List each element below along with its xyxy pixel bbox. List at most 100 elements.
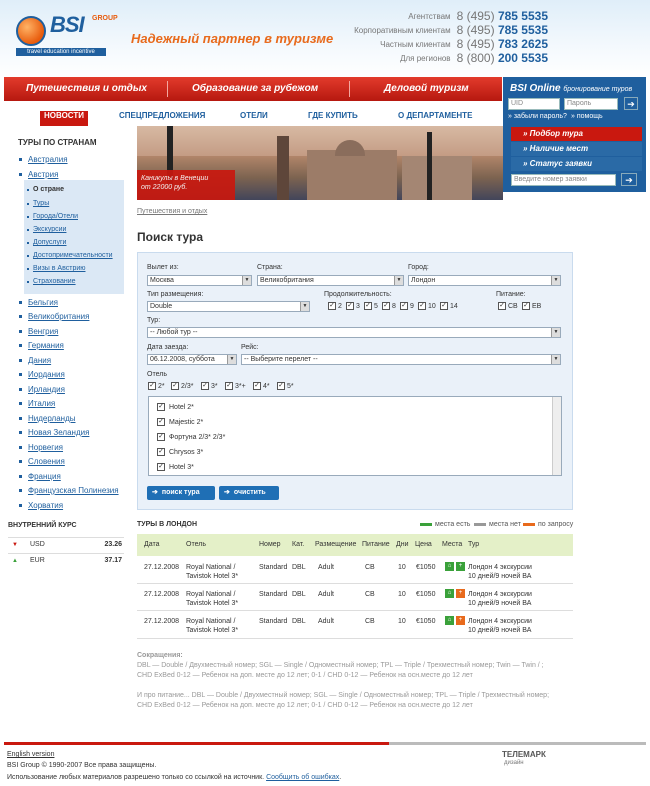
lamp-post-shape bbox=[427, 132, 432, 200]
country-link[interactable]: Норвегия bbox=[18, 443, 63, 452]
meal-checkbox[interactable]: ✓ bbox=[522, 302, 530, 310]
date-label: Дата заезда: bbox=[147, 344, 189, 351]
submenu-item[interactable]: Страхование bbox=[27, 278, 76, 285]
city-select[interactable]: Лондон ▼ bbox=[408, 275, 561, 286]
seats-available-icon[interactable]: + bbox=[456, 562, 465, 571]
hotel-checkbox[interactable]: ✓ bbox=[157, 403, 165, 411]
forgot-password-link[interactable]: » забыли пароль? bbox=[508, 113, 567, 120]
seats-available-icon[interactable]: ⌂ bbox=[445, 589, 454, 598]
nav-education[interactable]: Образование за рубежом bbox=[192, 83, 318, 94]
clear-button[interactable]: ➔ очистить bbox=[219, 486, 279, 500]
subnav-about[interactable]: О ДЕПАРТАМЕНТЕ bbox=[398, 111, 472, 120]
country-link[interactable]: Италия bbox=[18, 399, 55, 408]
room-type-select[interactable]: Double ▼ bbox=[147, 301, 310, 312]
submenu-item[interactable]: Допуслуги bbox=[26, 239, 66, 246]
hotel-list[interactable]: ✓ Hotel 2* ✓ Majestic 2* ✓ Фортуна 2/3* 2/3… bbox=[148, 396, 562, 476]
tour-link[interactable]: Лондон 4 экскурсии bbox=[468, 591, 532, 598]
nav-travel[interactable]: Путешествия и отдых bbox=[26, 83, 147, 94]
star-checkbox[interactable]: ✓ bbox=[253, 382, 261, 390]
star-checkbox[interactable]: ✓ bbox=[148, 382, 156, 390]
star-checkbox[interactable]: ✓ bbox=[201, 382, 209, 390]
tour-link[interactable]: Лондон 4 экскурсии bbox=[468, 618, 532, 625]
search-tour-button[interactable]: ➔ поиск тура bbox=[147, 486, 215, 500]
tour-label: Тур: bbox=[147, 317, 161, 324]
menu-request-status[interactable]: » Статус заявки bbox=[511, 157, 642, 171]
nav-divider bbox=[167, 81, 168, 97]
seats-available-icon[interactable]: ⌂ bbox=[445, 616, 454, 625]
phone-private: Частным клиентам 8 (495) 783 2625 bbox=[380, 37, 548, 51]
login-arrow-icon[interactable]: ➔ bbox=[624, 97, 638, 110]
country-link[interactable]: Новая Зеландия bbox=[18, 428, 89, 437]
duration-checkbox[interactable]: ✓ bbox=[382, 302, 390, 310]
help-link[interactable]: » помощь bbox=[571, 113, 603, 120]
subnav-where-to-buy[interactable]: ГДЕ КУПИТЬ bbox=[308, 111, 358, 120]
hotel-checkbox[interactable]: ✓ bbox=[157, 463, 165, 471]
duration-checkbox[interactable]: ✓ bbox=[418, 302, 426, 310]
submenu-item[interactable]: Города/Отели bbox=[27, 213, 78, 220]
tour-select[interactable]: -- Любой тур -- ▼ bbox=[147, 327, 561, 338]
from-select[interactable]: Москва ▼ bbox=[147, 275, 252, 286]
hotel-checkbox[interactable]: ✓ bbox=[157, 418, 165, 426]
hotel-checkbox[interactable]: ✓ bbox=[157, 448, 165, 456]
request-go-arrow-icon[interactable]: ➔ bbox=[621, 173, 637, 186]
breadcrumb[interactable]: Путешествия и отдых bbox=[137, 208, 207, 215]
submenu-item[interactable]: Визы в Австрию bbox=[27, 265, 86, 272]
duration-checkbox[interactable]: ✓ bbox=[440, 302, 448, 310]
subnav-news[interactable]: НОВОСТИ bbox=[40, 111, 88, 126]
nav-business[interactable]: Деловой туризм bbox=[384, 83, 469, 94]
subnav-hotels[interactable]: ОТЕЛИ bbox=[240, 111, 268, 120]
meal-checkbox[interactable]: ✓ bbox=[498, 302, 506, 310]
hotel-list-scrollbar[interactable] bbox=[552, 397, 561, 475]
date-select[interactable]: 06.12.2008, суббота ▼ bbox=[147, 354, 237, 365]
country-link[interactable]: Великобритания bbox=[18, 312, 89, 321]
country-link[interactable]: Иордания bbox=[19, 370, 65, 379]
seats-on-request-icon[interactable]: + bbox=[456, 589, 465, 598]
country-link[interactable]: Германия bbox=[19, 341, 64, 350]
chevron-down-icon: ▼ bbox=[300, 302, 309, 311]
country-link[interactable]: Хорватия bbox=[18, 501, 63, 510]
telemark-logo[interactable]: ТЕЛЕМАРК дизайн bbox=[502, 750, 562, 770]
subnav-offers[interactable]: СПЕЦПРЕДЛОЖЕНИЯ bbox=[119, 111, 205, 120]
country-link[interactable]: Ирландия bbox=[19, 385, 65, 394]
duration-checkbox[interactable]: ✓ bbox=[328, 302, 336, 310]
star-checkbox[interactable]: ✓ bbox=[171, 382, 179, 390]
country-select[interactable]: Великобритания ▼ bbox=[257, 275, 404, 286]
submenu-item[interactable]: Экскурсии bbox=[26, 226, 66, 233]
star-checkbox[interactable]: ✓ bbox=[225, 382, 233, 390]
country-link[interactable]: Французская Полинезия bbox=[19, 486, 119, 495]
submenu-item-about[interactable]: О стране bbox=[26, 186, 64, 193]
header: BSI GROUP travel education incentive Над… bbox=[0, 0, 650, 78]
sidebar-title: ТУРЫ ПО СТРАНАМ bbox=[18, 138, 97, 147]
seats-on-request-icon[interactable]: + bbox=[456, 616, 465, 625]
country-link[interactable]: Австралия bbox=[19, 155, 68, 164]
duration-label: Продолжительность: bbox=[324, 291, 392, 298]
country-link[interactable]: Венгрия bbox=[18, 327, 58, 336]
english-version-link[interactable]: English version bbox=[7, 751, 54, 758]
menu-tour-search[interactable]: » Подбор тура bbox=[511, 127, 642, 141]
country-link[interactable]: Словения bbox=[19, 457, 65, 466]
venice-banner[interactable]: Каникулы в Венеции от 22000 руб. bbox=[137, 126, 503, 200]
flight-label: Рейс: bbox=[241, 344, 259, 351]
tour-link[interactable]: Лондон 4 экскурсии bbox=[468, 564, 532, 571]
legend-unavailable: места нет bbox=[474, 521, 521, 528]
seats-available-icon[interactable]: ⌂ bbox=[445, 562, 454, 571]
password-input[interactable]: Пароль bbox=[564, 98, 618, 110]
country-link[interactable]: Бельгия bbox=[19, 298, 58, 307]
menu-availability[interactable]: » Наличие мест bbox=[511, 142, 642, 156]
duration-checkbox[interactable]: ✓ bbox=[364, 302, 372, 310]
request-number-input[interactable]: Введите номер заявки bbox=[511, 174, 616, 186]
submenu-item[interactable]: Туры bbox=[26, 200, 49, 207]
country-link[interactable]: Дания bbox=[18, 356, 51, 365]
duration-checkbox[interactable]: ✓ bbox=[400, 302, 408, 310]
country-link[interactable]: Нидерланды bbox=[19, 414, 76, 423]
report-errors-link[interactable]: Сообщить об ошибках bbox=[266, 774, 339, 781]
country-link[interactable]: Австрия bbox=[18, 170, 58, 179]
hotel-checkbox[interactable]: ✓ bbox=[157, 433, 165, 441]
submenu-item[interactable]: Достопримечательности bbox=[27, 252, 113, 259]
star-checkbox[interactable]: ✓ bbox=[277, 382, 285, 390]
bsi-logo[interactable]: BSI GROUP travel education incentive bbox=[16, 12, 118, 56]
uid-input[interactable]: UID bbox=[508, 98, 560, 110]
duration-checkbox[interactable]: ✓ bbox=[346, 302, 354, 310]
flight-select[interactable]: -- Выберите перелет -- ▼ bbox=[241, 354, 561, 365]
country-link[interactable]: Франция bbox=[19, 472, 61, 481]
